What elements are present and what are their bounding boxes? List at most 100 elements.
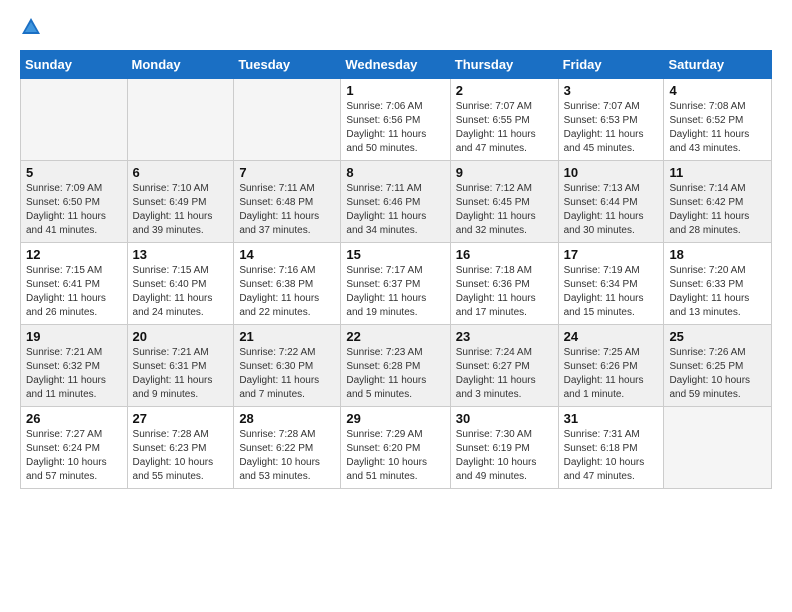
day-number: 15	[346, 247, 444, 262]
day-number: 23	[456, 329, 553, 344]
calendar-day-cell: 16 Sunrise: 7:18 AM Sunset: 6:36 PM Dayli…	[450, 243, 558, 325]
logo	[20, 16, 46, 38]
day-info: Sunrise: 7:28 AM Sunset: 6:23 PM Dayligh…	[133, 428, 229, 484]
day-info: Sunrise: 7:07 AM Sunset: 6:53 PM Dayligh…	[564, 100, 659, 156]
day-number: 18	[669, 247, 766, 262]
calendar-day-cell: 4Sunrise: 7:08 AM Sunset: 6:52 PM Daylig…	[664, 79, 772, 161]
calendar-week-row: 26 Sunrise: 7:27 AM Sunset: 6:24 PM Dayli…	[21, 407, 772, 489]
calendar-day-cell	[21, 79, 128, 161]
day-info: Sunrise: 7:24 AM Sunset: 6:27 PM Dayligh…	[456, 346, 553, 402]
day-number: 17	[564, 247, 659, 262]
calendar-day-cell: 3 Sunrise: 7:07 AM Sunset: 6:53 PM Daylig…	[558, 79, 664, 161]
calendar-day-cell: 30 Sunrise: 7:30 AM Sunset: 6:19 PM Dayli…	[450, 407, 558, 489]
day-number: 26	[26, 411, 122, 426]
day-number: 2	[456, 83, 553, 98]
day-info: Sunrise: 7:23 AM Sunset: 6:28 PM Dayligh…	[346, 346, 444, 402]
calendar-day-cell: 18 Sunrise: 7:20 AM Sunset: 6:33 PM Dayli…	[664, 243, 772, 325]
day-info: Sunrise: 7:14 AM Sunset: 6:42 PM Dayligh…	[669, 182, 766, 238]
calendar-day-cell: 28 Sunrise: 7:28 AM Sunset: 6:22 PM Dayli…	[234, 407, 341, 489]
calendar-day-cell: 12 Sunrise: 7:15 AM Sunset: 6:41 PM Dayli…	[21, 243, 128, 325]
day-info: Sunrise: 7:15 AM Sunset: 6:41 PM Dayligh…	[26, 264, 122, 320]
day-number: 30	[456, 411, 553, 426]
day-info: Sunrise: 7:26 AM Sunset: 6:25 PM Dayligh…	[669, 346, 766, 402]
day-info: Sunrise: 7:25 AM Sunset: 6:26 PM Dayligh…	[564, 346, 659, 402]
day-info: Sunrise: 7:19 AM Sunset: 6:34 PM Dayligh…	[564, 264, 659, 320]
day-number: 25	[669, 329, 766, 344]
calendar-day-cell: 1 Sunrise: 7:06 AM Sunset: 6:56 PM Daylig…	[341, 79, 450, 161]
calendar-day-cell: 8Sunrise: 7:11 AM Sunset: 6:46 PM Daylig…	[341, 161, 450, 243]
calendar-day-cell	[664, 407, 772, 489]
day-info: Sunrise: 7:18 AM Sunset: 6:36 PM Dayligh…	[456, 264, 553, 320]
day-info: Sunrise: 7:29 AM Sunset: 6:20 PM Dayligh…	[346, 428, 444, 484]
day-number: 11	[669, 165, 766, 180]
day-number: 16	[456, 247, 553, 262]
day-info: Sunrise: 7:27 AM Sunset: 6:24 PM Dayligh…	[26, 428, 122, 484]
day-number: 1	[346, 83, 444, 98]
calendar-day-cell: 27Sunrise: 7:28 AM Sunset: 6:23 PM Dayli…	[127, 407, 234, 489]
calendar-day-cell: 6 Sunrise: 7:10 AM Sunset: 6:49 PM Daylig…	[127, 161, 234, 243]
calendar-day-cell: 15 Sunrise: 7:17 AM Sunset: 6:37 PM Dayli…	[341, 243, 450, 325]
weekday-header-tuesday: Tuesday	[234, 51, 341, 79]
weekday-header-wednesday: Wednesday	[341, 51, 450, 79]
day-number: 13	[133, 247, 229, 262]
calendar-day-cell: 23 Sunrise: 7:24 AM Sunset: 6:27 PM Dayli…	[450, 325, 558, 407]
day-info: Sunrise: 7:30 AM Sunset: 6:19 PM Dayligh…	[456, 428, 553, 484]
calendar-day-cell: 10 Sunrise: 7:13 AM Sunset: 6:44 PM Dayli…	[558, 161, 664, 243]
day-number: 24	[564, 329, 659, 344]
day-info: Sunrise: 7:31 AM Sunset: 6:18 PM Dayligh…	[564, 428, 659, 484]
page: SundayMondayTuesdayWednesdayThursdayFrid…	[0, 0, 792, 505]
calendar-day-cell: 21 Sunrise: 7:22 AM Sunset: 6:30 PM Dayli…	[234, 325, 341, 407]
day-info: Sunrise: 7:28 AM Sunset: 6:22 PM Dayligh…	[239, 428, 335, 484]
header	[20, 16, 772, 38]
day-info: Sunrise: 7:16 AM Sunset: 6:38 PM Dayligh…	[239, 264, 335, 320]
day-info: Sunrise: 7:13 AM Sunset: 6:44 PM Dayligh…	[564, 182, 659, 238]
calendar: SundayMondayTuesdayWednesdayThursdayFrid…	[20, 50, 772, 489]
day-info: Sunrise: 7:17 AM Sunset: 6:37 PM Dayligh…	[346, 264, 444, 320]
day-info: Sunrise: 7:22 AM Sunset: 6:30 PM Dayligh…	[239, 346, 335, 402]
calendar-day-cell: 22 Sunrise: 7:23 AM Sunset: 6:28 PM Dayli…	[341, 325, 450, 407]
calendar-day-cell	[234, 79, 341, 161]
day-number: 9	[456, 165, 553, 180]
day-info: Sunrise: 7:09 AM Sunset: 6:50 PM Dayligh…	[26, 182, 122, 238]
calendar-day-cell: 5 Sunrise: 7:09 AM Sunset: 6:50 PM Daylig…	[21, 161, 128, 243]
day-info: Sunrise: 7:11 AM Sunset: 6:48 PM Dayligh…	[239, 182, 335, 238]
day-info: Sunrise: 7:21 AM Sunset: 6:32 PM Dayligh…	[26, 346, 122, 402]
day-number: 22	[346, 329, 444, 344]
day-info: Sunrise: 7:06 AM Sunset: 6:56 PM Dayligh…	[346, 100, 444, 156]
calendar-week-row: 12 Sunrise: 7:15 AM Sunset: 6:41 PM Dayli…	[21, 243, 772, 325]
day-number: 20	[133, 329, 229, 344]
day-number: 3	[564, 83, 659, 98]
day-number: 29	[346, 411, 444, 426]
calendar-week-row: 5 Sunrise: 7:09 AM Sunset: 6:50 PM Daylig…	[21, 161, 772, 243]
day-number: 12	[26, 247, 122, 262]
day-number: 28	[239, 411, 335, 426]
calendar-day-cell: 7 Sunrise: 7:11 AM Sunset: 6:48 PM Daylig…	[234, 161, 341, 243]
calendar-day-cell: 29 Sunrise: 7:29 AM Sunset: 6:20 PM Dayli…	[341, 407, 450, 489]
day-number: 31	[564, 411, 659, 426]
calendar-day-cell: 26 Sunrise: 7:27 AM Sunset: 6:24 PM Dayli…	[21, 407, 128, 489]
day-number: 6	[133, 165, 229, 180]
day-info: Sunrise: 7:21 AM Sunset: 6:31 PM Dayligh…	[133, 346, 229, 402]
calendar-day-cell: 11 Sunrise: 7:14 AM Sunset: 6:42 PM Dayli…	[664, 161, 772, 243]
day-info: Sunrise: 7:10 AM Sunset: 6:49 PM Dayligh…	[133, 182, 229, 238]
day-number: 5	[26, 165, 122, 180]
day-info: Sunrise: 7:07 AM Sunset: 6:55 PM Dayligh…	[456, 100, 553, 156]
day-info: Sunrise: 7:20 AM Sunset: 6:33 PM Dayligh…	[669, 264, 766, 320]
day-info: Sunrise: 7:15 AM Sunset: 6:40 PM Dayligh…	[133, 264, 229, 320]
weekday-header-row: SundayMondayTuesdayWednesdayThursdayFrid…	[21, 51, 772, 79]
day-number: 19	[26, 329, 122, 344]
weekday-header-sunday: Sunday	[21, 51, 128, 79]
calendar-day-cell	[127, 79, 234, 161]
weekday-header-thursday: Thursday	[450, 51, 558, 79]
day-number: 21	[239, 329, 335, 344]
calendar-day-cell: 13 Sunrise: 7:15 AM Sunset: 6:40 PM Dayli…	[127, 243, 234, 325]
calendar-day-cell: 2 Sunrise: 7:07 AM Sunset: 6:55 PM Daylig…	[450, 79, 558, 161]
day-number: 8	[346, 165, 444, 180]
day-info: Sunrise: 7:12 AM Sunset: 6:45 PM Dayligh…	[456, 182, 553, 238]
calendar-day-cell: 24 Sunrise: 7:25 AM Sunset: 6:26 PM Dayli…	[558, 325, 664, 407]
day-number: 10	[564, 165, 659, 180]
calendar-day-cell: 14Sunrise: 7:16 AM Sunset: 6:38 PM Dayli…	[234, 243, 341, 325]
day-info: Sunrise: 7:08 AM Sunset: 6:52 PM Dayligh…	[669, 100, 766, 156]
day-number: 7	[239, 165, 335, 180]
calendar-week-row: 1 Sunrise: 7:06 AM Sunset: 6:56 PM Daylig…	[21, 79, 772, 161]
